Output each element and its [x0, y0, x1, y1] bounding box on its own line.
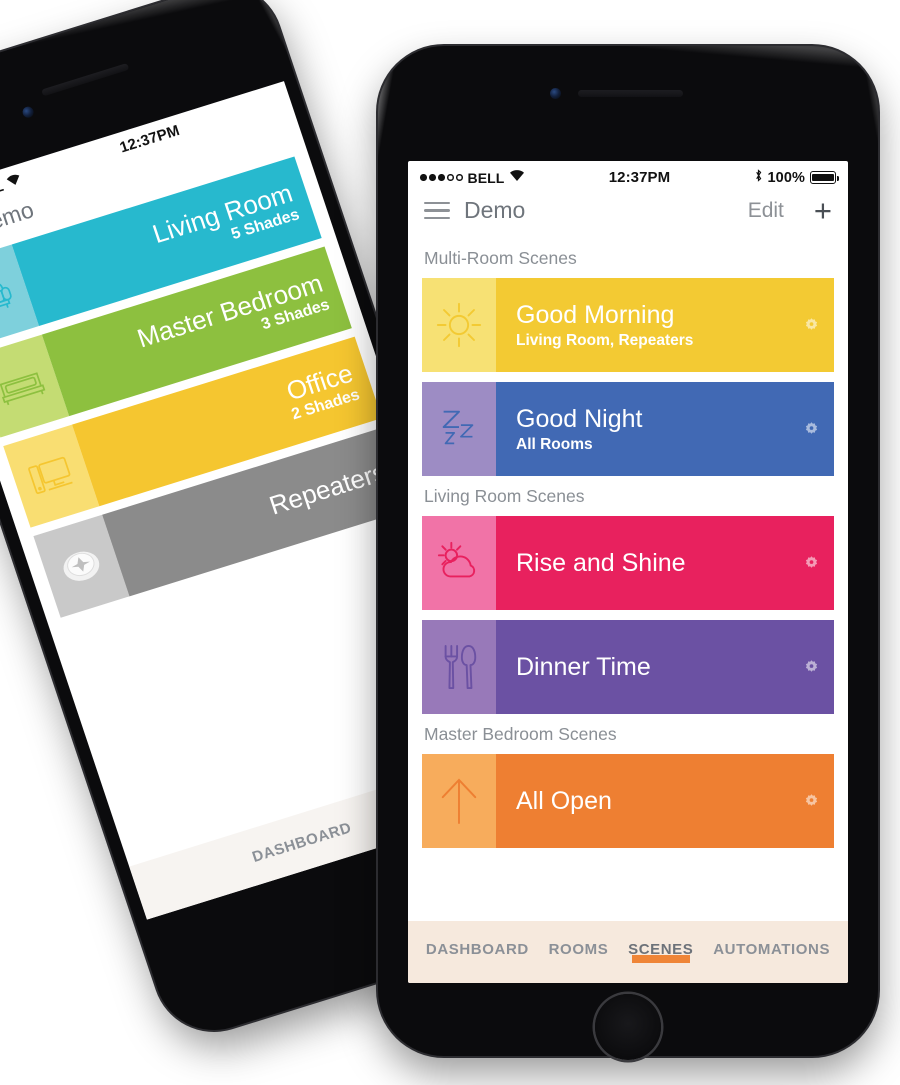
- battery-percent-label: 100%: [767, 169, 805, 186]
- scene-title: Good Morning: [516, 300, 675, 329]
- wifi-icon: [509, 169, 525, 186]
- scene-card-all-open[interactable]: All Open: [422, 754, 834, 848]
- gear-icon[interactable]: [803, 659, 820, 676]
- foreground-phone-device: BELL 12:37PM 100% Demo Edit + Multi-Room…: [378, 46, 878, 1060]
- scene-card-good-night[interactable]: Good Night All Rooms: [422, 382, 834, 476]
- scene-subtitle: All Rooms: [516, 435, 593, 453]
- signal-strength-icon: [420, 174, 463, 181]
- back-tab-dashboard[interactable]: DASHBOARD: [250, 819, 354, 866]
- tab-label: AUTOMATIONS: [713, 941, 831, 958]
- scene-title: All Open: [516, 787, 612, 815]
- hamburger-menu-icon[interactable]: [424, 201, 450, 220]
- zzz-sleep-icon: [422, 382, 496, 476]
- carrier-label: BELL: [467, 169, 505, 186]
- tab-automations[interactable]: AUTOMATIONS: [713, 921, 830, 958]
- room-title: Repeaters: [265, 456, 390, 521]
- scene-subtitle: Living Room, Repeaters: [516, 331, 694, 349]
- gear-icon[interactable]: [803, 555, 820, 572]
- scene-texts: All Open: [516, 787, 803, 815]
- section-heading-living-room: Living Room Scenes: [424, 486, 585, 506]
- scene-texts: Good Night All Rooms: [516, 405, 803, 454]
- scene-texts: Dinner Time: [516, 653, 803, 681]
- gear-icon[interactable]: [803, 793, 820, 810]
- edit-button[interactable]: Edit: [748, 199, 784, 223]
- scene-body: Good Morning Living Room, Repeaters: [496, 278, 834, 372]
- foreground-phone-screen: BELL 12:37PM 100% Demo Edit + Multi-Room…: [408, 161, 848, 983]
- battery-icon: [810, 171, 840, 184]
- gear-icon[interactable]: [803, 421, 820, 438]
- gear-icon[interactable]: [803, 317, 820, 334]
- section-heading-multi-room: Multi-Room Scenes: [424, 248, 577, 268]
- home-button[interactable]: [595, 994, 661, 1060]
- front-camera-icon: [550, 88, 561, 99]
- scene-body: Good Night All Rooms: [496, 382, 834, 476]
- scene-texts: Rise and Shine: [516, 549, 803, 577]
- tab-indicator: [631, 955, 690, 963]
- status-right-group: 100%: [754, 168, 840, 187]
- scene-card-rise-and-shine[interactable]: Rise and Shine: [422, 516, 834, 610]
- status-left-group: BELL: [420, 169, 525, 186]
- scene-title: Good Night: [516, 404, 643, 433]
- bluetooth-icon: [754, 168, 763, 187]
- fork-knife-icon: [422, 620, 496, 714]
- front-camera-icon: [21, 105, 36, 120]
- scene-title: Dinner Time: [516, 653, 651, 681]
- page-title: Demo: [464, 197, 526, 223]
- sun-cloud-icon: [422, 516, 496, 610]
- tab-label: ROOMS: [548, 941, 609, 958]
- tab-rooms[interactable]: ROOMS: [549, 921, 609, 958]
- earpiece-speaker: [578, 90, 683, 97]
- arrow-up-icon: [422, 754, 496, 848]
- earpiece-speaker: [41, 62, 130, 97]
- scene-body: All Open: [496, 754, 834, 848]
- status-bar: BELL 12:37PM 100%: [408, 161, 848, 191]
- screenshot-canvas: BELL 12:37PM Demo Living Room 5 Shades M…: [0, 0, 900, 1085]
- bottom-tab-bar: DASHBOARD ROOMS SCENES AUTOMATIONS: [408, 921, 848, 983]
- section-heading-master-bedroom: Master Bedroom Scenes: [424, 724, 617, 744]
- nav-bar: Demo Edit +: [408, 191, 848, 236]
- sun-icon: [422, 278, 496, 372]
- scene-body: Dinner Time: [496, 620, 834, 714]
- tab-label: DASHBOARD: [425, 941, 529, 958]
- clock-label: 12:37PM: [608, 169, 671, 186]
- wifi-icon: [5, 171, 24, 191]
- scene-body: Rise and Shine: [496, 516, 834, 610]
- scene-texts: Good Morning Living Room, Repeaters: [516, 301, 803, 350]
- tab-dashboard[interactable]: DASHBOARD: [426, 921, 529, 958]
- scenes-list: Multi-Room Scenes Good Morning Living Ro…: [408, 236, 848, 848]
- tab-scenes[interactable]: SCENES: [628, 921, 693, 963]
- scene-card-good-morning[interactable]: Good Morning Living Room, Repeaters: [422, 278, 834, 372]
- add-scene-button[interactable]: +: [814, 195, 832, 226]
- scene-card-dinner-time[interactable]: Dinner Time: [422, 620, 834, 714]
- scene-title: Rise and Shine: [516, 549, 686, 577]
